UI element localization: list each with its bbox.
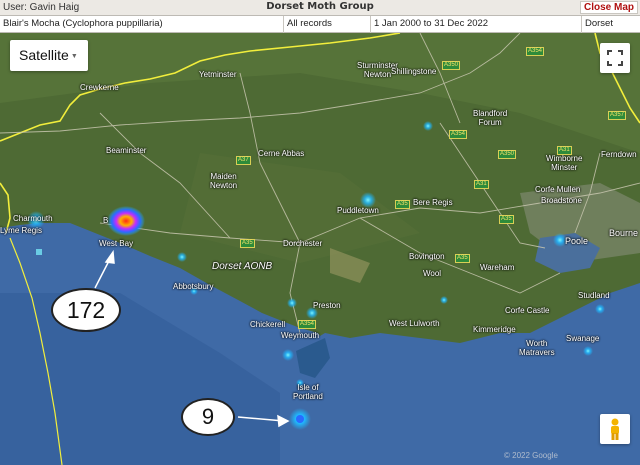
place-bournemouth: Bourne <box>609 228 639 238</box>
place-lyme: Lyme Regis <box>0 226 42 235</box>
place-west-bay: West Bay <box>99 239 134 248</box>
place-wareham: Wareham <box>480 263 515 272</box>
road-label: A35 <box>395 200 410 209</box>
place-kimmeridge: Kimmeridge <box>473 325 516 334</box>
place-corfe-castle: Corfe Castle <box>505 306 550 315</box>
app-header: User: Gavin Haig Dorset Moth Group Close… <box>0 0 640 16</box>
place-charmouth: Charmouth <box>13 214 53 223</box>
road-label: A37 <box>236 156 251 165</box>
place-worth-matravers: Worth Matravers <box>519 339 555 357</box>
fullscreen-icon <box>607 50 623 66</box>
road-label: A31 <box>557 146 572 155</box>
place-studland: Studland <box>578 291 610 300</box>
chevron-down-icon: ▼ <box>70 53 78 60</box>
place-abbotsbury: Abbotsbury <box>173 282 214 291</box>
place-ferndown: Ferndown <box>601 150 637 159</box>
place-blandford: Blandford Forum <box>473 109 508 127</box>
road-label: A350 <box>498 150 517 159</box>
street-view-pegman-button[interactable] <box>600 414 630 444</box>
map-canvas[interactable]: Sturminster Newton Shillingstone Yetmins… <box>0 33 640 465</box>
road-label: A350 <box>442 61 461 70</box>
map-type-label: Satellite <box>19 47 69 63</box>
date-range-filter: 1 Jan 2000 to 31 Dec 2022 <box>370 16 581 33</box>
place-wimborne: Wimborne Minster <box>546 154 583 172</box>
road-label: A31 <box>474 180 489 189</box>
place-wool: Wool <box>423 269 442 278</box>
place-swanage: Swanage <box>566 334 600 343</box>
road-label: A357 <box>608 111 627 120</box>
road-label: A35 <box>499 215 514 224</box>
road-label: A354 <box>526 47 545 56</box>
count-callout-west-bay: 172 <box>51 288 121 332</box>
place-cerne: Cerne Abbas <box>258 149 305 158</box>
place-portland: Isle of Portland <box>293 383 323 401</box>
filter-bar: Blair's Mocha (Cyclophora puppillaria) A… <box>0 16 640 33</box>
road-label: A35 <box>240 239 255 248</box>
aonb-label: Dorset AONB <box>212 261 273 272</box>
map-copyright: © 2022 Google <box>504 451 558 460</box>
place-beaminster: Beaminster <box>106 146 147 155</box>
group-title: Dorset Moth Group <box>266 1 374 12</box>
fullscreen-button[interactable] <box>600 43 630 73</box>
place-chickerell: Chickerell <box>250 320 286 329</box>
place-bovington: Bovington <box>409 252 445 261</box>
count-callout-portland: 9 <box>181 398 235 436</box>
county-filter: Dorset <box>581 16 640 33</box>
species-filter: Blair's Mocha (Cyclophora puppillaria) <box>3 18 163 29</box>
place-bridport: B <box>103 216 109 225</box>
pegman-icon <box>611 418 619 440</box>
place-bere-regis: Bere Regis <box>413 198 453 207</box>
road-label: A35 <box>455 254 470 263</box>
place-weymouth: Weymouth <box>281 331 320 340</box>
place-puddletown: Puddletown <box>337 206 379 215</box>
place-broadstone: Broadstone <box>541 196 582 205</box>
place-yetminster: Yetminster <box>199 70 237 79</box>
place-shillingstone: Shillingstone <box>391 67 437 76</box>
place-west-lulworth: West Lulworth <box>389 319 440 328</box>
records-filter: All records <box>283 16 370 33</box>
place-crewkerne: Crewkerne <box>80 83 119 92</box>
place-maiden: Maiden Newton <box>210 172 238 190</box>
road-label: A354 <box>298 320 317 329</box>
place-preston: Preston <box>313 301 341 310</box>
place-corfe-mullen: Corfe Mullen <box>535 185 581 194</box>
close-map-button[interactable]: Close Map <box>579 1 638 14</box>
place-poole: Poole <box>565 236 589 246</box>
road-label: A354 <box>449 130 468 139</box>
place-dorchester: Dorchester <box>283 239 323 248</box>
map-type-button[interactable]: Satellite ▼ <box>10 40 88 71</box>
